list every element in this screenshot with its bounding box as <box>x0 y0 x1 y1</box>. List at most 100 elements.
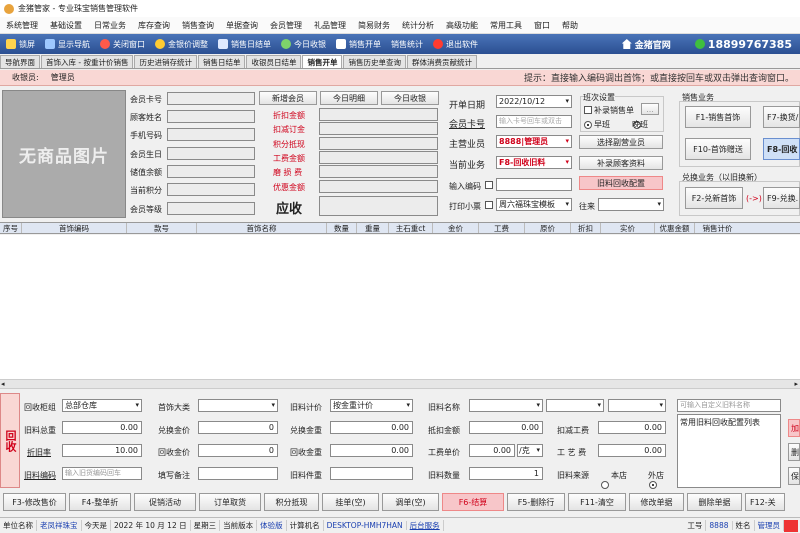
menu-gift[interactable]: 礼品管理 <box>308 20 352 31</box>
sales-stats-button[interactable]: 销售统计 <box>391 39 423 50</box>
config-save-button[interactable]: 保 <box>788 467 800 485</box>
balance-field[interactable] <box>167 165 255 178</box>
business-select[interactable]: F8-回收旧料 <box>496 156 572 169</box>
remark-field[interactable] <box>198 467 278 480</box>
offset-field[interactable]: 0.00 <box>469 421 543 434</box>
f2-exchange-new-button[interactable]: F2-兑新首饰 <box>685 187 743 209</box>
old-code-input[interactable]: 输入旧货编码回车 <box>62 467 142 480</box>
tab-sales-history[interactable]: 销售历史单查询 <box>343 55 406 68</box>
print-template-select[interactable]: 周六福珠宝模板 <box>496 198 572 211</box>
col-stone-weight[interactable]: 主石重ct <box>389 223 433 233</box>
col-style[interactable]: 款号 <box>127 223 197 233</box>
show-nav-button[interactable]: 显示导航 <box>45 39 90 50</box>
source-other-radio[interactable] <box>648 480 657 489</box>
old-rate-field[interactable]: 10.00 <box>62 444 142 457</box>
deduct-labor-field[interactable]: 0.00 <box>598 421 666 434</box>
tab-jewelry-stock-in[interactable]: 首饰入库 - 按重计价销售 <box>41 55 134 68</box>
points-field[interactable] <box>167 183 255 196</box>
delete-doc-button[interactable]: 删除单据 <box>687 493 742 511</box>
scroll-left-icon[interactable]: ◂ <box>1 380 5 388</box>
morning-shift-radio[interactable] <box>584 120 592 129</box>
menu-daily[interactable]: 日常业务 <box>88 20 132 31</box>
total-weight-field[interactable]: 0.00 <box>62 421 142 434</box>
barcode-input[interactable] <box>496 178 572 191</box>
menu-system[interactable]: 系统管理 <box>0 20 44 31</box>
col-code[interactable]: 首饰编码 <box>22 223 127 233</box>
col-gold-price[interactable]: 金价 <box>433 223 479 233</box>
col-discount[interactable]: 折扣 <box>571 223 601 233</box>
supp-customer-button[interactable]: 补录顾客资料 <box>579 156 663 170</box>
menu-doc-query[interactable]: 单据查询 <box>220 20 264 31</box>
col-weight[interactable]: 重量 <box>357 223 389 233</box>
birthday-field[interactable] <box>167 147 255 160</box>
cabinet-select[interactable]: 总部仓库 <box>62 399 142 412</box>
exch-price-field[interactable]: 0 <box>198 421 278 434</box>
craft-fee-field[interactable]: 0.00 <box>598 444 666 457</box>
print-checkbox[interactable] <box>485 201 493 209</box>
col-name[interactable]: 首饰名称 <box>197 223 327 233</box>
menu-help[interactable]: 帮助 <box>556 20 584 31</box>
qty-field[interactable]: 1 <box>469 467 543 480</box>
f10-gift-button[interactable]: F10-首饰赠送 <box>685 138 751 160</box>
f6-checkout-button[interactable]: F6-结算 <box>442 493 504 511</box>
card-input[interactable]: 输入卡号回车或双击 <box>496 115 572 128</box>
phone-field[interactable] <box>167 128 255 141</box>
price-adjust-button[interactable]: 金银价调整 <box>155 39 208 50</box>
labor-unit-field[interactable]: 0.00 <box>469 444 515 457</box>
tab-sales-order[interactable]: 销售开单 <box>302 55 343 68</box>
daily-report-button[interactable]: 销售日结单 <box>218 39 271 50</box>
col-labor[interactable]: 工费 <box>479 223 525 233</box>
hold-order-button[interactable]: 挂单(空) <box>322 493 379 511</box>
custom-name-input[interactable]: 可输入自定义旧料名称 <box>677 399 781 412</box>
f1-sell-jewelry-button[interactable]: F1-销售首饰 <box>685 106 751 128</box>
old-name-select-2[interactable] <box>546 399 604 412</box>
config-add-button[interactable]: 加 <box>788 419 800 437</box>
config-delete-button[interactable]: 删 <box>788 443 800 461</box>
f7-exchange-button[interactable]: F7-换货/... <box>763 106 800 128</box>
tab-navigation[interactable]: 导航界面 <box>0 55 40 68</box>
choose-clerk-button[interactable]: 选择副营业员 <box>579 135 663 149</box>
recycle-price-field[interactable]: 0 <box>198 444 278 457</box>
horizontal-scrollbar[interactable]: ◂ ▸ <box>0 379 800 389</box>
scroll-right-icon[interactable]: ▸ <box>794 380 798 388</box>
level-field[interactable] <box>167 202 255 215</box>
grid-body[interactable] <box>0 235 800 379</box>
menu-member[interactable]: 会员管理 <box>264 20 308 31</box>
ime-icon[interactable] <box>784 519 798 532</box>
recycle-config-button[interactable]: 旧料回收配置 <box>579 176 663 190</box>
sales-order-button[interactable]: 销售开单 <box>336 39 381 50</box>
tab-cashier-report[interactable]: 收银员日结单 <box>246 55 302 68</box>
tab-group-contribution[interactable]: 群体消费贡献统计 <box>406 55 477 68</box>
old-name-select-1[interactable] <box>469 399 543 412</box>
col-promo[interactable]: 优惠金额 <box>655 223 695 233</box>
menu-stock[interactable]: 库存查询 <box>132 20 176 31</box>
config-list-box[interactable]: 常用旧料回收配置列表 <box>677 414 781 488</box>
menu-sales-query[interactable]: 销售查询 <box>176 20 220 31</box>
brand-link[interactable]: 金猪官网 <box>621 38 671 51</box>
today-detail-button[interactable]: 今日明细 <box>320 91 378 105</box>
recall-order-button[interactable]: 调单(空) <box>382 493 439 511</box>
clerk-select[interactable]: 8888|管理员 <box>496 135 572 148</box>
tab-daily-report[interactable]: 销售日结单 <box>197 55 246 68</box>
labor-unit-select[interactable]: /克 <box>517 444 543 457</box>
promotion-button[interactable]: 促销活动 <box>134 493 196 511</box>
f5-delete-row-button[interactable]: F5-删除行 <box>507 493 565 511</box>
exch-weight-field[interactable]: 0.00 <box>330 421 413 434</box>
exit-button[interactable]: 退出软件 <box>433 39 478 50</box>
menu-window[interactable]: 窗口 <box>528 20 556 31</box>
col-actual-price[interactable]: 实价 <box>601 223 655 233</box>
col-index[interactable]: 序号 <box>0 223 22 233</box>
member-card-field[interactable] <box>167 92 255 105</box>
tab-history-stats[interactable]: 历史进销存统计 <box>134 55 197 68</box>
today-cash-button-2[interactable]: 今日收银 <box>381 91 439 105</box>
customer-name-field[interactable] <box>167 110 255 123</box>
menu-finance[interactable]: 简易财务 <box>352 20 396 31</box>
close-window-button[interactable]: 关闭窗口 <box>100 39 145 50</box>
pieces-field[interactable] <box>330 467 413 480</box>
recycle-weight-field[interactable]: 0.00 <box>330 444 413 457</box>
old-name-select-3[interactable] <box>608 399 666 412</box>
category-select[interactable] <box>198 399 278 412</box>
menu-basic-settings[interactable]: 基础设置 <box>44 20 88 31</box>
f8-recycle-button[interactable]: F8-回收 <box>763 138 800 160</box>
new-member-button[interactable]: 新增会员 <box>259 91 317 105</box>
